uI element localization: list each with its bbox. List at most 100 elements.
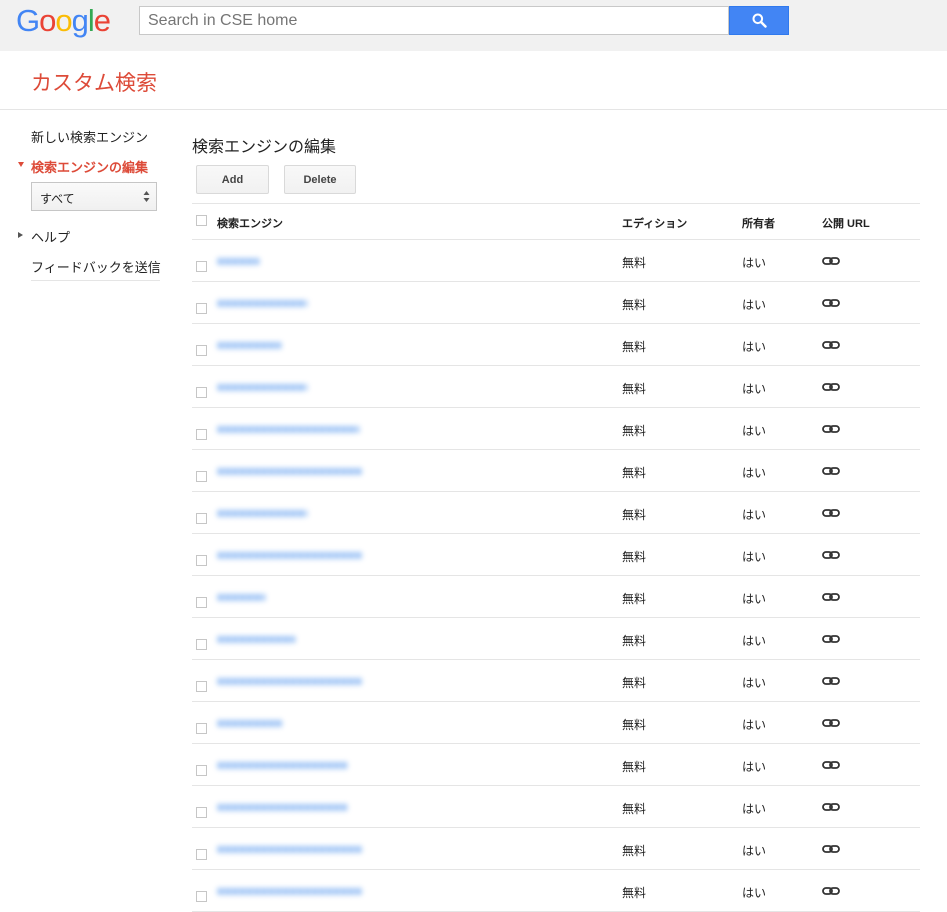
owner-cell: はい [742, 550, 767, 564]
search-button[interactable] [729, 6, 789, 35]
search-icon [752, 13, 767, 28]
engine-name-redacted: ■■■■■■■■■■■■■■■■■■■■ [217, 674, 362, 688]
owner-cell: はい [742, 466, 767, 480]
column-header-public-url[interactable]: 公開 URL [822, 215, 870, 231]
edition-cell: 無料 [622, 592, 647, 606]
link-icon[interactable] [822, 800, 840, 814]
table-header-row: 検索エンジン エディション 所有者 公開 URL [192, 204, 920, 240]
link-icon[interactable] [822, 842, 840, 856]
engine-name-link[interactable]: ■■■■■■■■■■■■■■■■■■■■ [217, 548, 413, 565]
sidebar-item-new-engine[interactable]: 新しい検索エンジン [31, 127, 148, 146]
add-button[interactable]: Add [196, 165, 269, 194]
row-checkbox[interactable] [196, 555, 207, 566]
engine-name-link[interactable]: ■■■■■■■■■■■■■■■■■■■■ [217, 884, 399, 901]
select-all-checkbox[interactable] [196, 215, 207, 226]
row-checkbox[interactable] [196, 387, 207, 398]
engine-name-link[interactable]: ■■■■■■■■■■■■■■■■■■■■ [217, 590, 265, 607]
engine-name-link[interactable]: ■■■■■■■■■■■■■■■■■■■■ [217, 800, 347, 817]
engine-name-link[interactable]: ■■■■■■■■■■■■■■■■■■■■ [217, 422, 359, 439]
engine-name-link[interactable]: ■■■■■■■■■■■■■■■■■■■■ [217, 338, 281, 355]
row-checkbox[interactable] [196, 765, 207, 776]
table-row: ■■■■■■■■■■■■■■■■■■■■ 無料 はい [192, 492, 920, 534]
row-checkbox[interactable] [196, 513, 207, 524]
owner-cell: はい [742, 634, 767, 648]
search-input[interactable] [140, 7, 728, 34]
row-checkbox[interactable] [196, 807, 207, 818]
row-checkbox[interactable] [196, 639, 207, 650]
link-icon[interactable] [822, 716, 840, 730]
row-checkbox[interactable] [196, 723, 207, 734]
link-icon[interactable] [822, 674, 840, 688]
engine-name-redacted: ■■■■■■■■■■■■■■■■■■■■ [217, 632, 295, 646]
engine-name-link[interactable]: ■■■■■■■■■■■■■■■■■■■■ [217, 674, 413, 691]
link-icon[interactable] [822, 296, 840, 310]
row-checkbox[interactable] [196, 303, 207, 314]
engine-name-link[interactable]: ■■■■■■■■■■■■■■■■■■■■ [217, 506, 307, 523]
table-row: ■■■■■■■■■■■■■■■■■■■■ 無料 はい [192, 408, 920, 450]
table-row: ■■■■■■■■■■■■■■■■■■■■ 無料 はい [192, 576, 920, 618]
owner-cell: はい [742, 508, 767, 522]
row-checkbox[interactable] [196, 597, 207, 608]
owner-cell: はい [742, 802, 767, 816]
engine-name-link[interactable]: ■■■■■■■■■■■■■■■■■■■■ [217, 758, 347, 775]
engine-name-redacted: ■■■■■■■■■■■■■■■■■■■■ [217, 296, 307, 310]
column-header-edition[interactable]: エディション [622, 215, 687, 231]
row-checkbox[interactable] [196, 849, 207, 860]
column-header-owner[interactable]: 所有者 [742, 215, 775, 231]
delete-button[interactable]: Delete [284, 165, 356, 194]
engine-name-link[interactable]: ■■■■■■■■■■■■■■■■■■■■ [217, 632, 295, 649]
engine-name-redacted: ■■■■■■■■■■■■■■■■■■■■ [217, 716, 283, 730]
engine-name-link[interactable]: ■■■■■■■■■■■■■■■■■■■■ [217, 842, 365, 859]
engine-name-redacted: ■■■■■■■■■■■■■■■■■■■■ [217, 590, 265, 604]
table-row: ■■■■■■■■■■■■■■■■■■■■ 無料 はい [192, 786, 920, 828]
google-logo[interactable]: Google [16, 4, 111, 38]
row-checkbox[interactable] [196, 261, 207, 272]
link-icon[interactable] [822, 338, 840, 352]
engine-name-link[interactable]: ■■■■■■■■■■■■■■■■■■■■ [217, 464, 443, 481]
sub-header: カスタム検索 [0, 51, 947, 110]
link-icon[interactable] [822, 380, 840, 394]
row-checkbox[interactable] [196, 891, 207, 902]
link-icon[interactable] [822, 590, 840, 604]
table-row: ■■■■■■■■■■■■■■■■■■■■ 無料 はい [192, 324, 920, 366]
table-row: ■■■■■■■■■■■■■■■■■■■■ 無料 はい [192, 870, 920, 912]
owner-cell: はい [742, 676, 767, 690]
table-row: ■■■■■■■■■■■■■■■■■■■■ 無料 はい [192, 744, 920, 786]
sidebar-item-edit-engine[interactable]: 検索エンジンの編集 [18, 157, 148, 176]
collapsed-arrow-icon [18, 232, 23, 238]
engine-name-link[interactable]: ■■■■■■■■■■■■■■■■■■■■ [217, 716, 283, 733]
sidebar-item-feedback[interactable]: フィードバックを送信 [31, 257, 161, 276]
select-arrows-icon [143, 191, 150, 202]
link-icon[interactable] [822, 632, 840, 646]
engine-name-redacted: ■■■■■■■■■■■■■■■■■■■■ [217, 758, 347, 772]
link-icon[interactable] [822, 884, 840, 898]
link-icon[interactable] [822, 464, 840, 478]
link-icon[interactable] [822, 254, 840, 268]
engine-name-redacted: ■■■■■■■■■■■■■■■■■■■■ [217, 338, 281, 352]
engine-name-link[interactable]: ■■■■■■■■■■■■■■■■■■■■ [217, 380, 307, 397]
engine-name-link[interactable]: ■■■■■■■■■■■■■■■■■■■■ [217, 296, 307, 313]
column-header-engine[interactable]: 検索エンジン [217, 215, 283, 231]
engine-name-redacted: ■■■■■■■■■■■■■■■■■■■■ [217, 884, 362, 898]
app-title[interactable]: カスタム検索 [31, 67, 157, 97]
row-checkbox[interactable] [196, 471, 207, 482]
owner-cell: はい [742, 718, 767, 732]
link-icon[interactable] [822, 758, 840, 772]
engine-filter-select[interactable]: すべて [31, 182, 157, 211]
engine-name-redacted: ■■■■■■■■■■■■■■■■■■■■ [217, 380, 307, 394]
owner-cell: はい [742, 592, 767, 606]
top-bar: Google [0, 0, 947, 51]
link-icon[interactable] [822, 506, 840, 520]
row-checkbox[interactable] [196, 681, 207, 692]
row-checkbox[interactable] [196, 345, 207, 356]
engine-name-redacted: ■■■■■■■■■■■■■■■■■■■■ [217, 506, 307, 520]
link-icon[interactable] [822, 422, 840, 436]
sidebar-item-help[interactable]: ヘルプ [18, 227, 70, 246]
row-checkbox[interactable] [196, 429, 207, 440]
engine-name-link[interactable]: ■■■■■■■■■■■■■■■■■■■■ [217, 254, 259, 271]
table-row: ■■■■■■■■■■■■■■■■■■■■ 無料 はい [192, 534, 920, 576]
engine-name-redacted: ■■■■■■■■■■■■■■■■■■■■ [217, 464, 362, 478]
edition-cell: 無料 [622, 634, 647, 648]
owner-cell: はい [742, 340, 767, 354]
link-icon[interactable] [822, 548, 840, 562]
